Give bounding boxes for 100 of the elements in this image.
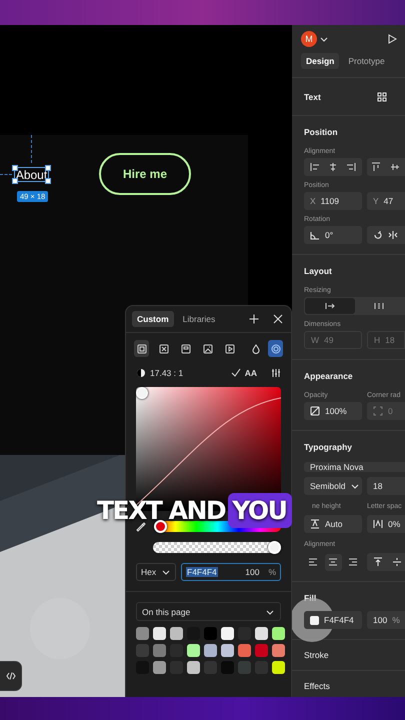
section-title: Stroke [304,650,330,660]
plus-icon[interactable] [249,314,259,324]
align-middle-icon [390,162,400,172]
avatar[interactable]: M [301,31,317,47]
picker-tab[interactable]: Custom [132,311,174,327]
layer-type: Text [304,92,322,102]
y-field[interactable]: Y 47 [367,192,405,210]
color-swatch[interactable] [153,644,166,657]
color-swatch[interactable] [238,661,251,674]
letter-spacing-icon [373,519,383,529]
color-swatch[interactable] [255,627,268,640]
section-title: Effects [304,681,331,691]
corner-icon [373,406,383,416]
line-height-field[interactable]: Auto [304,515,362,533]
guide-line [31,135,32,163]
contrast-icon [136,368,146,378]
line-height-icon [310,519,320,529]
horizontal-align-buttons[interactable] [304,158,362,176]
blend-button[interactable] [268,340,283,357]
drop-icon[interactable] [251,344,261,354]
resize-handle[interactable] [45,165,51,171]
auto-height-icon [374,301,384,311]
close-icon[interactable] [273,314,283,324]
video-icon [224,344,234,354]
text-align-icon [348,557,358,567]
color-mode-dropdown[interactable]: Hex [136,563,176,581]
check-icon [230,368,241,378]
hex-field[interactable]: F4F4F4 100 % [181,563,281,581]
color-swatch[interactable] [272,661,285,674]
color-swatch[interactable] [204,627,217,640]
angle-icon [310,230,320,240]
caption-highlight: YOU [228,493,292,528]
opacity-field[interactable]: 100% [304,402,362,420]
panel-tab[interactable]: Design [301,53,340,69]
contrast-level: AA [244,368,257,378]
color-swatch[interactable] [187,644,200,657]
fill-color-field[interactable]: F4F4F4 [304,611,362,629]
color-swatch[interactable] [221,627,234,640]
panel-tab[interactable]: Prototype [343,53,390,69]
guide-line [0,174,12,175]
rotate-icon [373,230,383,240]
font-size-field[interactable]: 18 [367,477,405,495]
align-top-icon [373,557,383,567]
text-align-icon [308,557,318,567]
align-icon [328,162,338,172]
resize-handle[interactable] [45,178,51,184]
color-swatch[interactable] [153,661,166,674]
color-swatch[interactable] [204,644,217,657]
text-align-icon [328,557,338,567]
opacity-icon [310,406,320,416]
color-swatch[interactable] [136,644,149,657]
hue-thumb[interactable] [154,520,167,533]
color-swatch[interactable] [136,627,149,640]
code-icon [6,671,16,681]
color-swatch[interactable] [310,616,319,624]
resizing-option[interactable] [305,298,354,314]
align-icon [310,162,320,172]
hire-me-button[interactable]: Hire me [99,153,191,195]
color-swatch[interactable] [153,627,166,640]
color-swatch[interactable] [272,644,285,657]
letter-spacing-field[interactable]: 0% [367,515,405,533]
flip-icon [388,230,398,240]
x-field[interactable]: X 1109 [304,192,362,210]
weight-dropdown[interactable]: Semibold [304,477,362,495]
image-icon [202,344,212,354]
resize-handle[interactable] [12,178,18,184]
picker-tab[interactable]: Libraries [178,311,220,327]
grid-icon[interactable] [377,92,387,102]
resize-handle[interactable] [12,165,18,171]
vertical-align-buttons[interactable] [367,158,405,176]
color-swatch[interactable] [255,644,268,657]
text-layer: About [16,168,48,182]
radial-fill-icon [180,344,190,354]
fill-opacity-field[interactable]: 100 % [367,611,405,629]
vertical-text-align-buttons[interactable] [367,553,405,571]
opacity-slider[interactable] [153,542,281,553]
opacity-thumb[interactable] [268,541,281,554]
align-top-icon [371,162,381,172]
section-title: Typography [304,442,354,452]
blend-icon [270,344,280,354]
sliders-icon[interactable] [271,368,281,378]
rotation-field[interactable]: 0° [304,226,362,244]
library-dropdown[interactable]: On this page [136,602,281,621]
color-swatch[interactable] [187,661,200,674]
align-middle-icon [392,557,402,567]
auto-width-icon [324,301,335,311]
solid-fill-icon [136,344,146,354]
linear-fill-icon [158,344,168,354]
fill-type-button[interactable] [134,340,149,357]
play-icon[interactable] [387,34,397,44]
color-swatch[interactable] [170,627,183,640]
section-title: Fill [304,593,318,603]
contrast-ratio: 17.43 : 1 [150,368,184,378]
color-swatch[interactable] [272,627,285,640]
text-align-button[interactable] [324,554,342,570]
color-swatch[interactable] [238,644,251,657]
transform-buttons[interactable] [367,226,405,244]
section-title: Layout [304,266,333,276]
color-swatch[interactable] [221,644,234,657]
font-field[interactable]: Proxima Nova [304,462,405,472]
